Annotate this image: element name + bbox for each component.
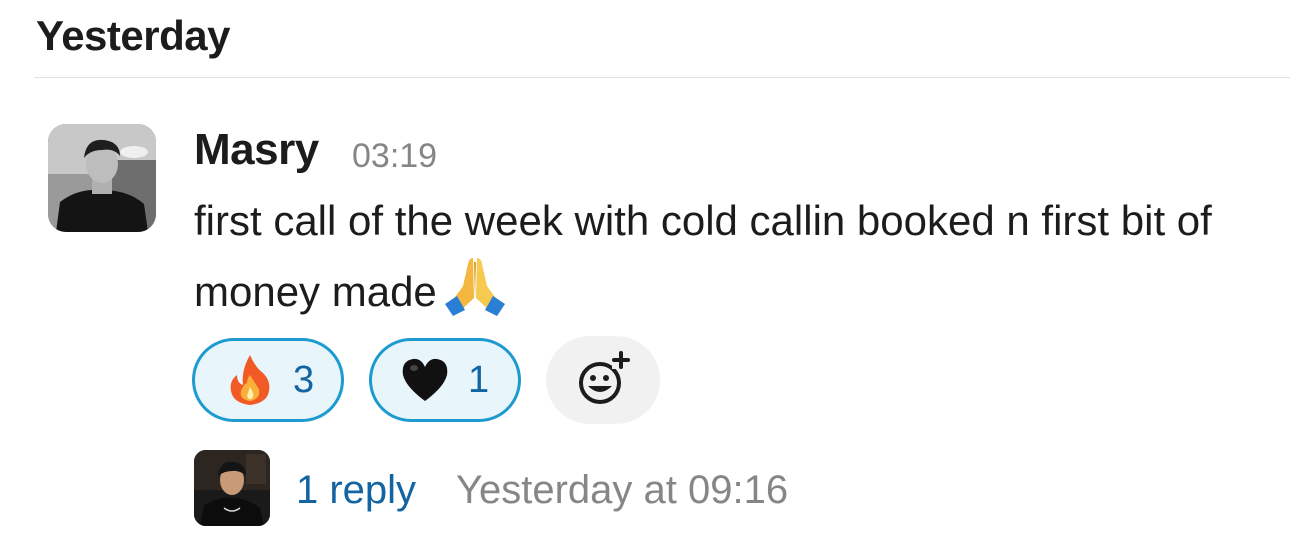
message-body: first call of the week with cold callin …: [194, 190, 1254, 323]
reaction-fire[interactable]: 3: [192, 338, 344, 422]
folded-hands-icon: [444, 258, 505, 316]
author-avatar[interactable]: [48, 124, 156, 232]
black-heart-icon: [402, 358, 448, 401]
reaction-black-heart[interactable]: 1: [369, 338, 521, 422]
message-text: first call of the week with cold callin …: [194, 197, 1212, 315]
add-emoji-icon: [579, 351, 630, 404]
fire-icon: [230, 355, 270, 405]
add-reaction-button[interactable]: [546, 336, 660, 424]
reaction-fire-count: 3: [293, 358, 315, 401]
thread-reply-count-link[interactable]: 1 reply: [296, 464, 416, 516]
message-author[interactable]: Masry: [194, 122, 319, 178]
reaction-black-heart-count: 1: [468, 358, 490, 401]
message-timestamp[interactable]: 03:19: [352, 134, 437, 178]
day-divider-label: Yesterday: [36, 12, 230, 59]
day-divider-line: [34, 77, 1290, 78]
reply-author-avatar[interactable]: [194, 450, 270, 526]
thread-last-reply-time: Yesterday at 09:16: [456, 468, 789, 512]
